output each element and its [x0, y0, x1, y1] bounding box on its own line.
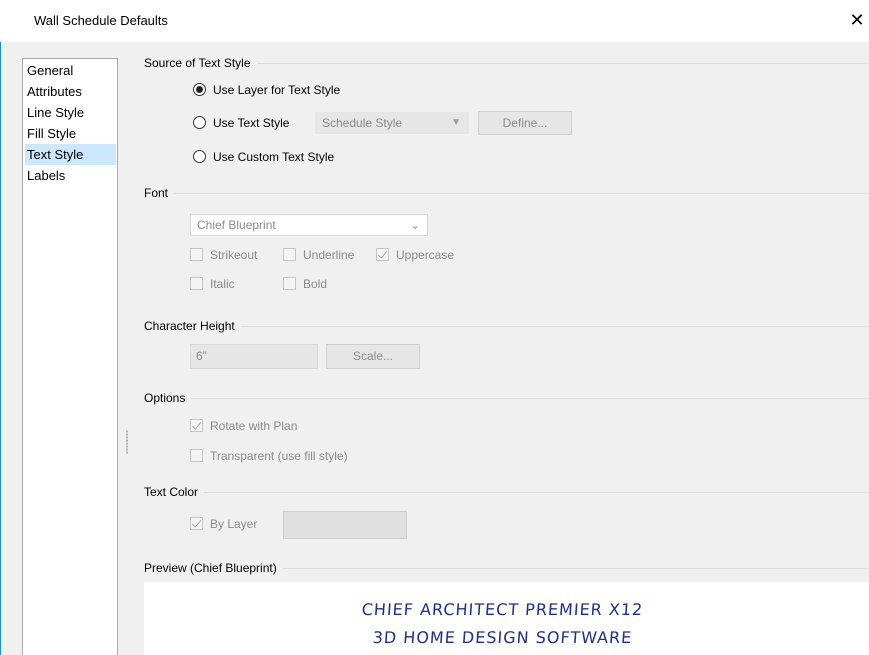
text-color-swatch[interactable]: [283, 511, 407, 539]
rotate-with-plan-checkbox[interactable]: [190, 419, 203, 432]
bold-checkbox[interactable]: [283, 277, 296, 290]
category-list[interactable]: General Attributes Line Style Fill Style…: [22, 58, 118, 655]
category-item-attributes[interactable]: Attributes: [25, 81, 116, 102]
character-height-heading: Character Height: [144, 318, 241, 334]
options-heading: Options: [144, 390, 192, 406]
strikeout-checkbox[interactable]: [190, 248, 203, 261]
character-height-field[interactable]: 6": [190, 344, 318, 369]
font-heading: Font: [144, 185, 175, 201]
text-style-dropdown[interactable]: Schedule Style ▼: [315, 112, 469, 134]
close-button[interactable]: ✕: [846, 9, 868, 31]
italic-label: Italic: [210, 277, 235, 291]
by-layer-checkbox[interactable]: [190, 517, 203, 530]
preview-text-line-1: CHIEF ARCHITECT PREMIER X12: [361, 600, 644, 619]
use-layer-radio[interactable]: [193, 83, 206, 96]
italic-checkbox-row[interactable]: Italic: [190, 276, 260, 292]
title-bar: Wall Schedule Defaults ✕: [0, 0, 869, 42]
uppercase-checkbox-row[interactable]: Uppercase: [376, 247, 471, 263]
font-dropdown[interactable]: Chief Blueprint ⌄: [190, 214, 428, 236]
splitter-handle[interactable]: [126, 430, 128, 454]
uppercase-label: Uppercase: [396, 248, 455, 262]
preview-text-line-2: 3D HOME DESIGN SOFTWARE: [372, 628, 633, 647]
preview-heading: Preview (Chief Blueprint): [144, 560, 283, 576]
underline-checkbox[interactable]: [283, 248, 296, 261]
use-text-style-label: Use Text Style: [213, 116, 290, 130]
category-item-fill-style[interactable]: Fill Style: [25, 123, 116, 144]
italic-checkbox[interactable]: [190, 277, 203, 290]
define-button[interactable]: Define...: [478, 111, 572, 135]
text-style-dropdown-value: Schedule Style: [322, 116, 403, 130]
underline-checkbox-row[interactable]: Underline: [283, 247, 368, 263]
close-icon: ✕: [849, 10, 865, 30]
category-item-text-style[interactable]: Text Style: [25, 144, 116, 165]
strikeout-checkbox-row[interactable]: Strikeout: [190, 247, 275, 263]
section-divider: [144, 326, 869, 327]
chevron-down-icon: ⌄: [409, 218, 420, 232]
preview-panel: CHIEF ARCHITECT PREMIER X12 3D HOME DESI…: [144, 582, 869, 655]
use-custom-label: Use Custom Text Style: [213, 150, 335, 164]
strikeout-label: Strikeout: [210, 248, 258, 262]
category-item-labels[interactable]: Labels: [25, 165, 116, 186]
by-layer-row[interactable]: By Layer: [190, 516, 270, 532]
uppercase-checkbox[interactable]: [376, 248, 389, 261]
use-text-style-radio[interactable]: [193, 116, 206, 129]
font-dropdown-value: Chief Blueprint: [197, 218, 276, 232]
bold-label: Bold: [303, 277, 328, 291]
scale-button[interactable]: Scale...: [326, 344, 420, 369]
category-item-line-style[interactable]: Line Style: [25, 102, 116, 123]
dropdown-arrow-icon: ▼: [451, 117, 461, 128]
rotate-with-plan-row[interactable]: Rotate with Plan: [190, 418, 340, 434]
use-layer-label: Use Layer for Text Style: [213, 83, 341, 97]
dialog-title: Wall Schedule Defaults: [34, 13, 168, 28]
rotate-with-plan-label: Rotate with Plan: [210, 419, 298, 433]
section-divider: [144, 193, 869, 194]
transparent-checkbox[interactable]: [190, 449, 203, 462]
use-text-style-option[interactable]: Use Text Style: [193, 114, 313, 132]
section-divider: [144, 492, 869, 493]
text-color-heading: Text Color: [144, 484, 205, 500]
use-custom-text-style-option[interactable]: Use Custom Text Style: [193, 148, 373, 166]
transparent-label: Transparent (use fill style): [210, 449, 348, 463]
by-layer-label: By Layer: [210, 517, 258, 531]
source-of-text-style-heading: Source of Text Style: [144, 55, 257, 71]
wall-schedule-defaults-dialog: Wall Schedule Defaults ✕ General Attribu…: [0, 0, 869, 655]
use-layer-for-text-style-option[interactable]: Use Layer for Text Style: [193, 81, 393, 99]
category-item-general[interactable]: General: [25, 60, 116, 81]
bold-checkbox-row[interactable]: Bold: [283, 276, 353, 292]
underline-label: Underline: [303, 248, 355, 262]
use-custom-radio[interactable]: [193, 150, 206, 163]
transparent-row[interactable]: Transparent (use fill style): [190, 448, 390, 464]
section-divider: [144, 398, 869, 399]
